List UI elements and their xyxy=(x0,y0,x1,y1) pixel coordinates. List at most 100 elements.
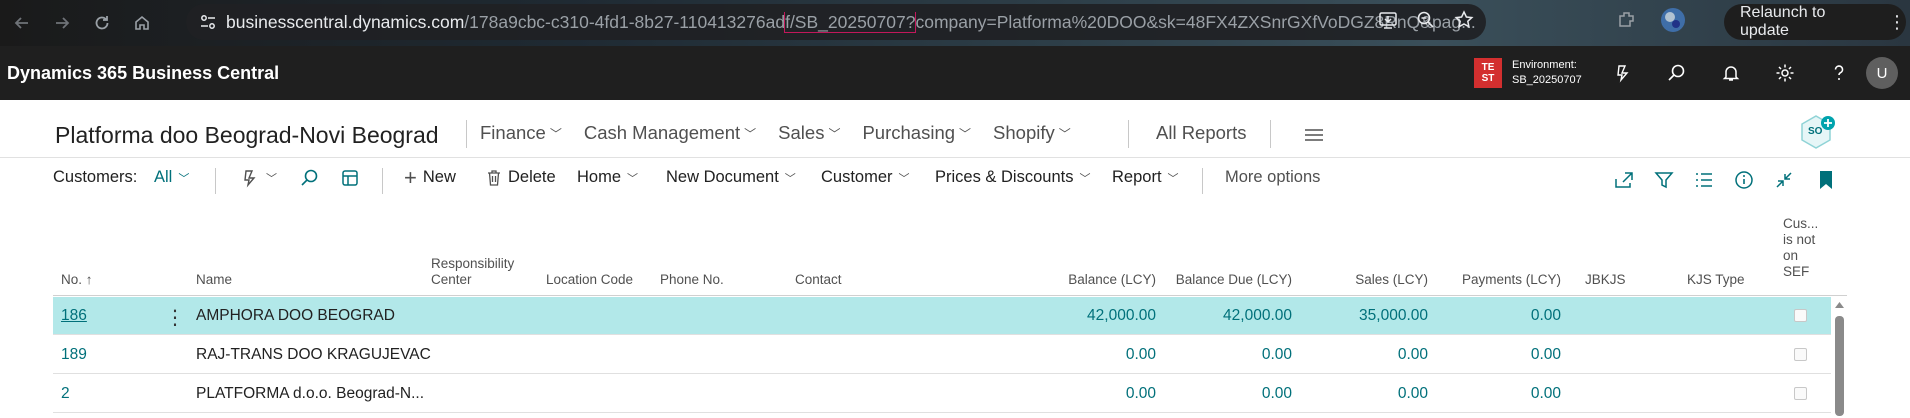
bookmark-icon[interactable] xyxy=(1812,168,1840,192)
search-icon xyxy=(301,169,318,186)
badge-label: SO xyxy=(1808,126,1823,137)
customer-name: PLATFORMA d.o.o. Beograd-N... xyxy=(196,385,424,402)
view-filter-all[interactable]: All ﹀ xyxy=(154,168,189,187)
app-name[interactable]: Dynamics 365 Business Central xyxy=(7,63,279,84)
row-actions-icon[interactable]: ⋮ xyxy=(165,305,185,330)
customer-menu[interactable]: Customer ﹀ xyxy=(821,168,910,187)
gear-icon[interactable] xyxy=(1758,46,1812,100)
customer-no-link[interactable]: 186 xyxy=(61,307,87,325)
action-divider xyxy=(382,168,383,194)
sales-value[interactable]: 35,000.00 xyxy=(1303,307,1428,325)
payments-value[interactable]: 0.00 xyxy=(1453,385,1561,403)
customer-no-link[interactable]: 189 xyxy=(61,346,87,364)
col-balance-due[interactable]: Balance Due (LCY) xyxy=(1153,272,1292,288)
collapse-icon[interactable] xyxy=(1770,168,1798,192)
table-row[interactable]: 186 ⋮ AMPHORA DOO BEOGRAD 42,000.00 42,0… xyxy=(53,297,1831,335)
balance-value[interactable]: 42,000.00 xyxy=(1033,307,1156,325)
relaunch-button[interactable]: Relaunch to update ⋮ xyxy=(1724,4,1906,40)
nav-divider xyxy=(466,120,467,148)
new-button[interactable]: + New xyxy=(404,166,456,188)
customer-no-link[interactable]: 2 xyxy=(61,385,70,403)
copilot-actions-button[interactable]: ﹀ xyxy=(240,168,277,188)
site-info-icon[interactable] xyxy=(190,4,226,40)
col-no[interactable]: No. ↑ xyxy=(61,272,93,288)
copilot-icon[interactable] xyxy=(1596,46,1650,100)
back-icon[interactable] xyxy=(2,3,42,43)
url-text: businesscentral.dynamics.com/178a9cbc-c3… xyxy=(226,11,1476,33)
chevron-down-icon: ﹀ xyxy=(898,172,910,185)
balance-due-value[interactable]: 0.00 xyxy=(1163,385,1292,403)
search-icon[interactable] xyxy=(1650,46,1704,100)
nav-purchasing[interactable]: Purchasing ﹀ xyxy=(862,122,971,144)
search-list-button[interactable] xyxy=(300,168,320,188)
vertical-scrollbar[interactable] xyxy=(1832,298,1847,418)
bookmark-star-icon[interactable] xyxy=(1454,9,1474,35)
table-row[interactable]: 2 PLATFORMA d.o.o. Beograd-N... 0.00 0.0… xyxy=(53,375,1831,413)
col-location-code[interactable]: Location Code xyxy=(546,272,633,288)
col-balance[interactable]: Balance (LCY) xyxy=(1053,272,1156,288)
nav-all-reports[interactable]: All Reports xyxy=(1156,122,1246,144)
page-title: Customers: xyxy=(53,168,138,186)
balance-due-value[interactable]: 0.00 xyxy=(1163,346,1292,364)
col-not-on-sef[interactable]: Cus... is not on SEF xyxy=(1783,216,1818,280)
home-menu[interactable]: Home ﹀ xyxy=(577,168,638,187)
delete-button[interactable]: Delete xyxy=(486,168,556,187)
bell-icon[interactable] xyxy=(1704,46,1758,100)
user-avatar[interactable]: U xyxy=(1866,57,1898,89)
extensions-icon[interactable] xyxy=(1616,9,1638,36)
new-document-menu[interactable]: New Document ﹀ xyxy=(666,168,796,187)
prices-discounts-menu[interactable]: Prices & Discounts ﹀ xyxy=(935,168,1090,187)
filter-icon[interactable] xyxy=(1650,168,1678,192)
home-icon[interactable] xyxy=(122,3,162,43)
company-name[interactable]: Platforma doo Beograd-Novi Beograd xyxy=(55,122,439,149)
col-jbkjs[interactable]: JBKJS xyxy=(1585,272,1626,288)
profile-globe-icon[interactable] xyxy=(1660,7,1686,38)
environment-info: Environment: SB_20250707 xyxy=(1512,59,1582,86)
address-bar[interactable]: businesscentral.dynamics.com/178a9cbc-c3… xyxy=(186,4,1486,40)
payments-value[interactable]: 0.00 xyxy=(1453,307,1561,325)
balance-value[interactable]: 0.00 xyxy=(1033,385,1156,403)
help-icon[interactable] xyxy=(1812,46,1866,100)
sales-value[interactable]: 0.00 xyxy=(1303,385,1428,403)
copilot-icon xyxy=(244,170,256,188)
share-icon[interactable] xyxy=(1610,168,1638,192)
not-on-sef-checkbox[interactable] xyxy=(1794,387,1807,400)
info-icon[interactable] xyxy=(1730,168,1758,192)
reload-icon[interactable] xyxy=(82,3,122,43)
forward-icon[interactable] xyxy=(42,3,82,43)
scroll-up-icon[interactable] xyxy=(1832,298,1847,312)
col-name[interactable]: Name xyxy=(196,272,232,288)
list-view-icon[interactable] xyxy=(1690,168,1718,192)
col-sales[interactable]: Sales (LCY) xyxy=(1313,272,1428,288)
nav-shopify[interactable]: Shopify ﹀ xyxy=(993,122,1071,144)
action-divider xyxy=(1202,168,1203,194)
edit-list-button[interactable] xyxy=(340,168,360,188)
not-on-sef-checkbox[interactable] xyxy=(1794,348,1807,361)
action-divider xyxy=(215,168,216,194)
col-payments[interactable]: Payments (LCY) xyxy=(1453,272,1561,288)
more-vert-icon: ⋮ xyxy=(1888,11,1906,32)
hamburger-menu-icon[interactable] xyxy=(1304,128,1324,147)
not-on-sef-checkbox[interactable] xyxy=(1794,309,1807,322)
nav-finance[interactable]: Finance ﹀ xyxy=(480,122,562,144)
nav-sales[interactable]: Sales ﹀ xyxy=(778,122,840,144)
chevron-down-icon: ﹀ xyxy=(549,126,562,141)
chevron-down-icon: ﹀ xyxy=(744,126,757,141)
more-options-button[interactable]: More options xyxy=(1225,168,1320,187)
payments-value[interactable]: 0.00 xyxy=(1453,346,1561,364)
nav-cash-management[interactable]: Cash Management ﹀ xyxy=(584,122,756,144)
install-app-icon[interactable] xyxy=(1378,10,1398,35)
scroll-thumb[interactable] xyxy=(1835,316,1844,416)
col-phone-no[interactable]: Phone No. xyxy=(660,272,724,288)
edit-list-icon xyxy=(342,170,358,186)
balance-value[interactable]: 0.00 xyxy=(1033,346,1156,364)
col-contact[interactable]: Contact xyxy=(795,272,842,288)
col-responsibility-center[interactable]: Responsibility Center xyxy=(431,256,514,288)
sales-value[interactable]: 0.00 xyxy=(1303,346,1428,364)
zoom-icon[interactable] xyxy=(1416,10,1436,35)
report-menu[interactable]: Report ﹀ xyxy=(1112,168,1179,187)
balance-due-value[interactable]: 42,000.00 xyxy=(1163,307,1292,325)
role-center-badge[interactable]: SO xyxy=(1798,114,1836,155)
col-kjs-type[interactable]: KJS Type xyxy=(1687,272,1745,288)
table-row[interactable]: 189 RAJ-TRANS DOO KRAGUJEVAC 0.00 0.00 0… xyxy=(53,336,1831,374)
